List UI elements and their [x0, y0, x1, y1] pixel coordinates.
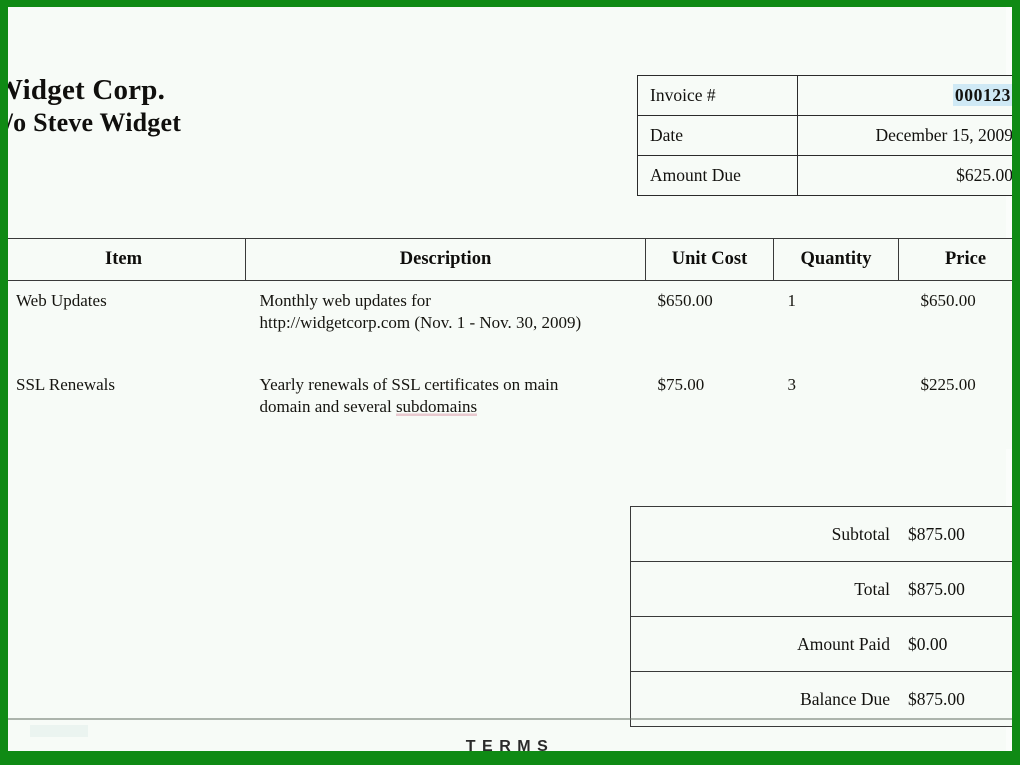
- table-row: Web Updates Monthly web updates for http…: [8, 280, 1012, 365]
- subtotal-label: Subtotal: [630, 506, 904, 562]
- line-item-name: SSL Renewals: [8, 365, 246, 449]
- amount-due-label: Amount Due: [637, 155, 798, 196]
- line-item-unit-cost: $75.00: [645, 365, 774, 449]
- column-header-description: Description: [245, 238, 646, 281]
- totals-row-subtotal: Subtotal $875.00: [630, 506, 1012, 562]
- column-header-item: Item: [8, 238, 246, 281]
- invoice-meta-row-invoice-number: Invoice # 000123: [637, 75, 1012, 116]
- line-item-description-line2-prefix: domain and several: [259, 397, 396, 416]
- invoice-meta-table: Invoice # 000123 Date December 15, 2009 …: [637, 75, 1012, 196]
- amount-paid-label: Amount Paid: [630, 616, 904, 672]
- line-item-description: Monthly web updates for http://widgetcor…: [245, 280, 646, 365]
- line-items-table: Item Description Unit Cost Quantity Pric…: [8, 238, 1012, 449]
- invoice-number-value-cell[interactable]: 000123: [797, 75, 1012, 116]
- table-row: SSL Renewals Yearly renewals of SSL cert…: [8, 365, 1012, 449]
- column-header-price: Price: [898, 238, 1012, 281]
- line-item-quantity: 3: [773, 365, 899, 449]
- company-contact: c/o Steve Widget: [8, 108, 182, 137]
- line-item-price: $650.00: [898, 280, 1012, 365]
- amount-due-value: $625.00: [797, 155, 1012, 196]
- line-item-name: Web Updates: [8, 280, 246, 365]
- footer-divider: [8, 718, 1012, 720]
- line-item-price: $225.00: [898, 365, 1012, 449]
- amount-paid-value: $0.00: [904, 616, 1012, 672]
- total-label: Total: [630, 561, 904, 617]
- totals-row-amount-paid: Amount Paid $0.00: [630, 616, 1012, 672]
- column-header-quantity: Quantity: [773, 238, 899, 281]
- totals-table: Subtotal $875.00 Total $875.00 Amount Pa…: [630, 506, 1012, 727]
- company-name: Widget Corp.: [8, 74, 166, 106]
- line-item-unit-cost: $650.00: [645, 280, 774, 365]
- line-item-description-line1: Monthly web updates for: [259, 291, 431, 310]
- line-item-description: Yearly renewals of SSL certificates on m…: [245, 365, 646, 449]
- line-items-header-row: Item Description Unit Cost Quantity Pric…: [8, 238, 1012, 281]
- line-item-quantity: 1: [773, 280, 899, 365]
- column-header-unit-cost: Unit Cost: [645, 238, 774, 281]
- invoice-date-value: December 15, 2009: [797, 115, 1012, 156]
- invoice-number-label: Invoice #: [637, 75, 798, 116]
- line-item-description-line1: Yearly renewals of SSL certificates on m…: [259, 375, 559, 394]
- company-header: Widget Corp. c/o Steve Widget: [8, 73, 614, 139]
- line-item-description-line2: http://widgetcorp.com (Nov. 1 - Nov. 30,…: [259, 313, 582, 332]
- invoice-meta-row-date: Date December 15, 2009: [637, 115, 1012, 156]
- invoice-number-value: 000123: [952, 84, 1012, 106]
- invoice-meta-row-amount-due: Amount Due $625.00: [637, 155, 1012, 196]
- subtotal-value: $875.00: [904, 506, 1012, 562]
- totals-row-total: Total $875.00: [630, 561, 1012, 617]
- total-value: $875.00: [904, 561, 1012, 617]
- terms-heading: TERMS: [465, 738, 555, 751]
- invoice-date-label: Date: [637, 115, 798, 156]
- line-item-description-flagged-word: subdomains: [395, 397, 478, 416]
- footer-artifact: [30, 725, 88, 737]
- invoice-document: Widget Corp. c/o Steve Widget Invoice # …: [8, 7, 1012, 751]
